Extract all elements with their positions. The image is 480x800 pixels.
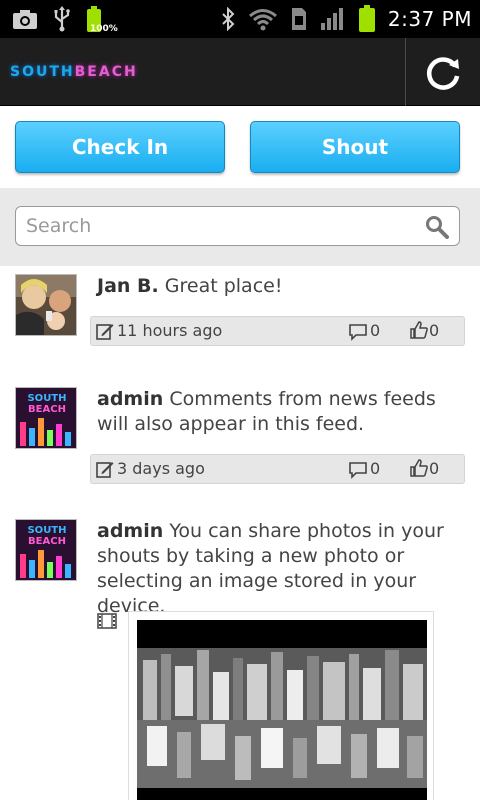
search-icon[interactable] (425, 215, 449, 239)
feed-item: SOUTH BEACH admin Comments from news fee… (0, 376, 480, 516)
wifi-icon (248, 9, 277, 31)
app-logo: SOUTHBEACH (10, 64, 138, 80)
svg-text:SOUTH: SOUTH (27, 393, 66, 404)
bluetooth-icon (222, 7, 235, 31)
like-count: 0 (429, 321, 440, 340)
like-icon[interactable] (409, 320, 429, 340)
svg-text:SOUTH: SOUTH (27, 525, 66, 536)
signal-icon (320, 8, 343, 30)
usb-icon (54, 6, 70, 32)
like-icon[interactable] (409, 458, 429, 478)
edit-icon (96, 462, 114, 478)
avatar-logo: SOUTH BEACH (16, 520, 76, 580)
feed-item-text: admin Comments from news feeds will also… (97, 387, 467, 437)
city-photo-image (137, 620, 427, 800)
search-box[interactable] (15, 206, 460, 246)
feed-item: SOUTH BEACH admin You can share photos i… (0, 516, 480, 800)
app-header: SOUTHBEACH (0, 38, 480, 106)
feed-item: Jan B. Great place! 11 hours ago 0 0 (0, 266, 480, 376)
camera-icon (13, 10, 37, 29)
sim-icon (291, 8, 306, 30)
status-bar: 100% 2:37 PM (0, 0, 480, 38)
svg-text:BEACH: BEACH (28, 404, 66, 415)
search-input[interactable] (26, 211, 406, 241)
feed-item-author[interactable]: admin (97, 520, 163, 542)
action-bar: Check In Shout (0, 106, 480, 188)
like-count: 0 (429, 459, 440, 478)
shout-button[interactable]: Shout (250, 121, 460, 173)
svg-text:BEACH: BEACH (28, 536, 66, 547)
avatar-logo: SOUTH BEACH (16, 388, 76, 448)
attached-photo[interactable] (137, 620, 427, 800)
edit-icon (96, 324, 114, 340)
header-divider (405, 38, 406, 106)
comment-count: 0 (370, 321, 381, 340)
status-right-icons: 2:37 PM (220, 4, 472, 34)
feed-item-text: Jan B. Great place! (97, 274, 467, 299)
feed-item-message: Great place! (164, 275, 283, 297)
feed-item-author[interactable]: admin (97, 388, 163, 410)
avatar-photo (16, 275, 76, 335)
search-bar (0, 188, 480, 266)
feed-item-meta: 3 days ago 0 0 (90, 454, 465, 484)
comment-icon[interactable] (348, 323, 368, 341)
avatar[interactable] (15, 274, 77, 336)
check-in-button[interactable]: Check In (15, 121, 225, 173)
feed-item-author[interactable]: Jan B. (97, 275, 159, 297)
logo-part-south: SOUTH (10, 64, 75, 80)
status-left-icons (12, 4, 102, 34)
feed-item-time: 11 hours ago (117, 321, 223, 340)
logo-part-beach: BEACH (74, 64, 138, 80)
film-icon (97, 613, 117, 629)
avatar[interactable]: SOUTH BEACH (15, 387, 77, 449)
feed-item-time: 3 days ago (117, 459, 205, 478)
feed-item-meta: 11 hours ago 0 0 (90, 316, 465, 346)
comment-icon[interactable] (348, 461, 368, 479)
battery-icon (358, 5, 375, 32)
comment-count: 0 (370, 459, 381, 478)
avatar[interactable]: SOUTH BEACH (15, 519, 77, 581)
battery-percent-label: 100% (90, 24, 118, 34)
photo-attachment[interactable] (128, 611, 434, 800)
shout-feed: Jan B. Great place! 11 hours ago 0 0 SOU… (0, 266, 480, 800)
feed-item-text: admin You can share photos in your shout… (97, 519, 467, 619)
refresh-icon[interactable] (422, 52, 464, 94)
status-time: 2:37 PM (387, 7, 472, 31)
